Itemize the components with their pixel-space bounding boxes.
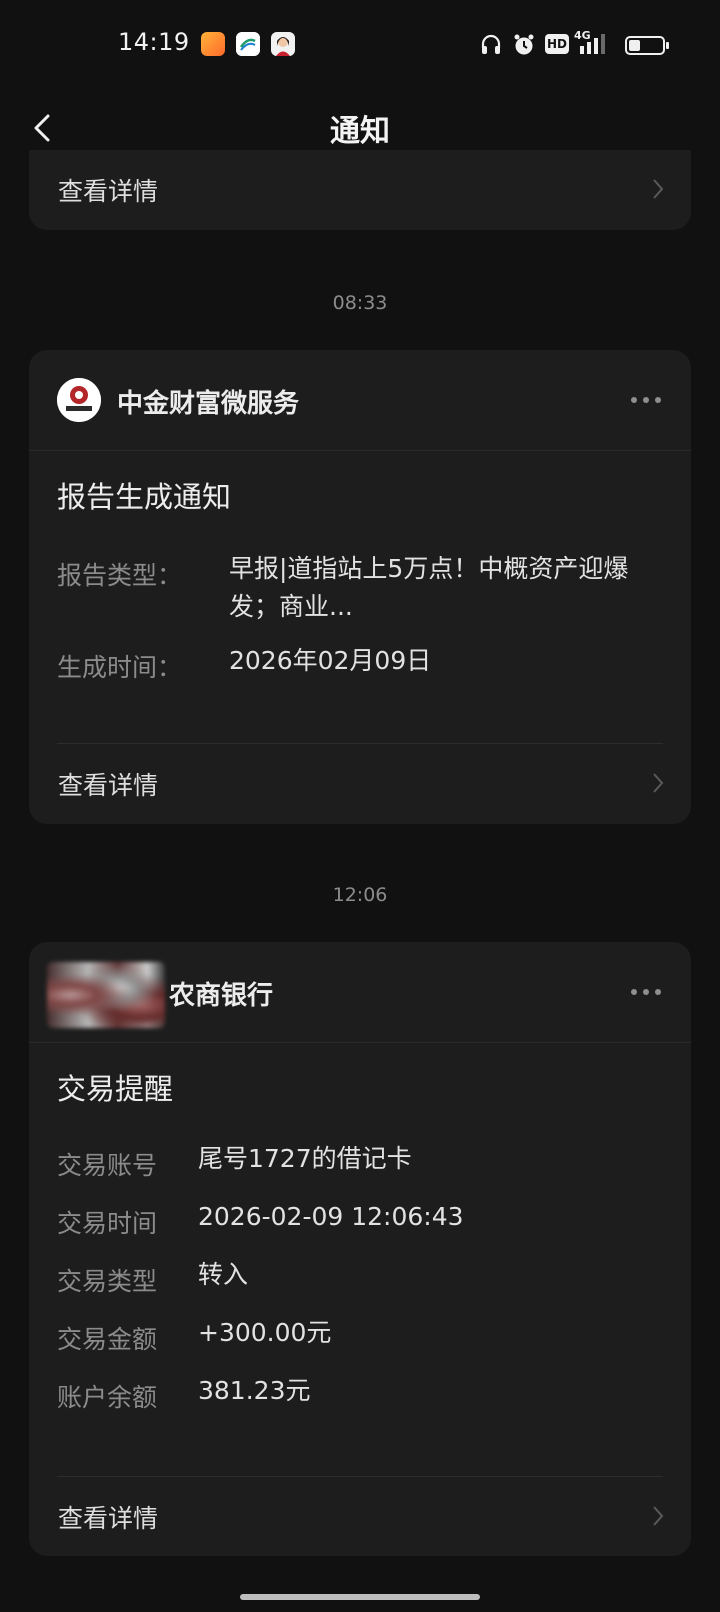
field-value: 转入 (198, 1260, 249, 1289)
view-details-row[interactable]: 查看详情 (29, 1477, 691, 1557)
timestamp-divider: 12:06 (332, 884, 388, 906)
view-details-label: 查看详情 (58, 1504, 159, 1533)
page-title: 通知 (330, 114, 390, 149)
field-value: 2026-02-09 12:06:43 (198, 1202, 464, 1231)
card-header: 中金财富微服务 (29, 350, 691, 451)
notification-card-partial: 查看详情 (29, 150, 691, 230)
field-value: 381.23元 (198, 1376, 311, 1405)
sender-name: 中金财富微服务 (117, 389, 300, 419)
field-value: 早报|道指站上5万点！中概资产迎爆发；商业... (229, 554, 629, 621)
field-label: 账户余额 (57, 1383, 158, 1412)
view-details-label: 查看详情 (58, 177, 159, 206)
view-details-label: 查看详情 (58, 771, 159, 800)
chevron-right-icon (653, 179, 664, 199)
message-title: 交易提醒 (57, 1072, 174, 1106)
field-label: 生成时间： (57, 653, 183, 682)
notification-card: 中金财富微服务 报告生成通知 报告类型： 早报|道指站上5万点！中概资产迎爆发；… (29, 350, 691, 824)
card-header: 农商银行 (29, 942, 691, 1043)
status-time: 14:19 (118, 28, 190, 56)
signal-icon: 4G (574, 29, 614, 58)
alarm-icon (514, 34, 534, 55)
redacted-avatar (47, 962, 165, 1028)
notification-card: 农商银行 交易提醒 交易账号 尾号1727的借记卡 交易时间 2026-02-0… (29, 942, 691, 1556)
avatar-app-icon (271, 32, 295, 56)
headset-icon (481, 34, 501, 54)
view-details-row[interactable]: 查看详情 (29, 150, 691, 230)
sender-name: 农商银行 (169, 981, 274, 1011)
timestamp-divider: 08:33 (332, 292, 388, 314)
field-label: 交易时间 (57, 1209, 158, 1238)
status-bar: 14:19 HD 4G (0, 0, 720, 90)
field-label: 交易账号 (57, 1151, 158, 1180)
more-options-icon[interactable] (629, 982, 663, 1002)
chevron-right-icon (653, 1506, 664, 1526)
field-label: 交易类型 (57, 1267, 158, 1296)
field-value: 尾号1727的借记卡 (198, 1144, 412, 1173)
home-indicator[interactable] (240, 1594, 480, 1600)
more-options-icon[interactable] (629, 390, 663, 410)
video-app-icon (201, 32, 225, 56)
view-details-row[interactable]: 查看详情 (29, 744, 691, 824)
hd-label: HD (545, 34, 569, 54)
field-label: 报告类型： (57, 561, 183, 590)
field-value: +300.00元 (198, 1318, 332, 1347)
hd-icon: HD (545, 34, 569, 60)
battery-icon (625, 36, 669, 55)
china-mobile-icon (236, 32, 260, 56)
message-title: 报告生成通知 (57, 480, 232, 514)
chevron-right-icon (653, 773, 664, 793)
field-label: 交易金额 (57, 1325, 158, 1354)
field-value: 2026年02月09日 (229, 646, 432, 675)
sender-avatar[interactable] (57, 378, 101, 422)
